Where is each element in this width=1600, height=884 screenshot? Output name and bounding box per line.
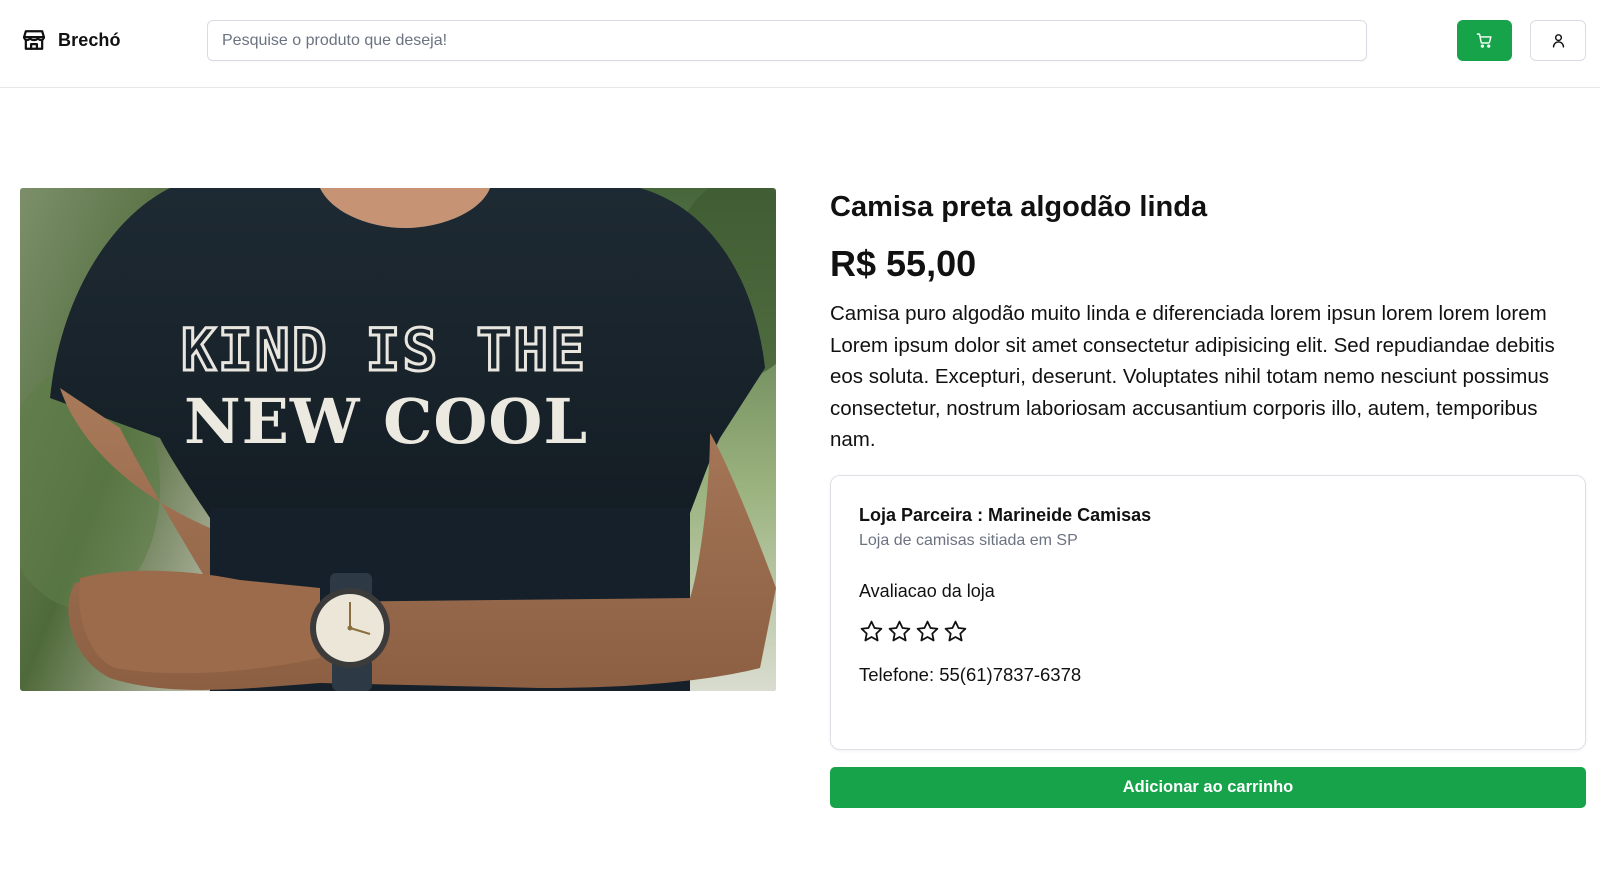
product-photo: KIND IS THE NEW COOL [20,188,776,691]
brand-name: Brechó [58,29,121,50]
svg-text:KIND IS THE: KIND IS THE [181,316,587,384]
product-title: Camisa preta algodão linda [830,191,1208,223]
store-description: Loja de camisas sitiada em SP [859,532,1078,549]
svg-text:NEW COOL: NEW COOL [184,385,588,458]
user-icon [1552,34,1564,48]
star-icon[interactable] [915,619,940,644]
top-bar: Brechó [0,0,1600,88]
store-card: Loja Parceira : Marineide Camisas Loja d… [830,475,1586,750]
search-input[interactable] [207,20,1367,61]
product-info: Camisa preta algodão linda R$ 55,00 Cami… [830,188,1586,456]
add-to-cart-button[interactable]: Adicionar ao carrinho [830,767,1586,808]
star-icon[interactable] [859,619,884,644]
shopping-cart-icon [1476,33,1492,48]
brand[interactable]: Brechó [20,26,121,54]
user-account-button[interactable] [1530,20,1586,61]
store-name: Loja Parceira : Marineide Camisas [859,505,1152,525]
store-rating-label: Avaliacao da loja [859,581,995,601]
cart-button[interactable] [1457,20,1512,61]
store-icon [22,30,46,50]
store-phone: Telefone: 55(61)7837-6378 [859,664,1082,685]
store-rating-stars[interactable] [859,619,1557,644]
product-description: Camisa puro algodão muito linda e difere… [830,302,1555,451]
star-icon[interactable] [887,619,912,644]
product-price: R$ 55,00 [830,243,977,284]
star-icon[interactable] [943,619,968,644]
